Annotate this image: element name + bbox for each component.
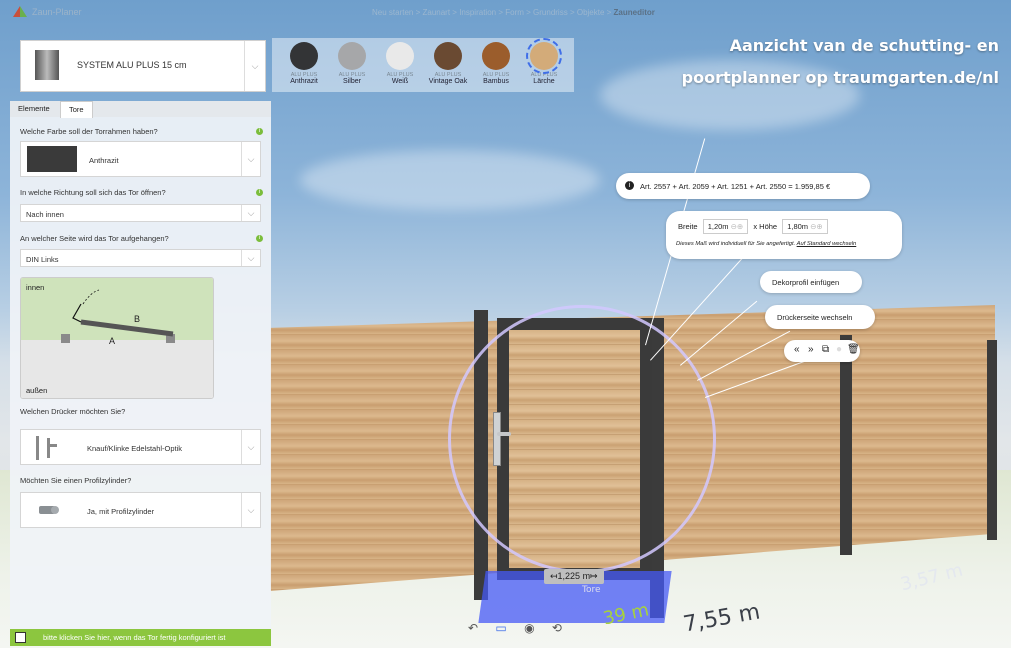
info-icon[interactable]: i — [256, 189, 263, 196]
gate-opening-diagram: innen außen A B — [20, 277, 214, 399]
handle-icon — [36, 436, 57, 460]
swatch-laerche[interactable]: ALU PLUS Lärche — [520, 38, 568, 86]
swatch-weiss[interactable]: ALU PLUS Weiß — [376, 42, 424, 86]
switch-handle-side-button[interactable]: Drückerseite wechseln — [765, 305, 875, 329]
fence-post — [987, 340, 997, 540]
view-toolbar: ↶ ▭ ◉ ⟲ — [468, 621, 576, 635]
chevron-down-icon: ⌵ — [241, 250, 260, 266]
question-handle: Welchen Drücker möchten Sie? — [20, 407, 126, 416]
swatch-silber[interactable]: ALU PLUS Silber — [328, 42, 376, 86]
camera-icon[interactable]: ◉ — [524, 621, 534, 635]
handle-select[interactable]: Knauf/Klinke Edelstahl-Optik ⌵ — [20, 429, 261, 465]
overlay-caption: Aanzicht van de schutting- en poortplann… — [681, 36, 999, 87]
copy-icon[interactable]: ⧉ — [822, 344, 829, 355]
swatch-dot — [526, 38, 562, 74]
swatch-dot — [386, 42, 414, 70]
question-frame-color: Welche Farbe soll der Torrahmen haben? — [20, 127, 158, 136]
frame-color-swatch — [27, 146, 77, 172]
tab-tore[interactable]: Tore — [60, 101, 93, 118]
system-select[interactable]: SYSTEM ALU PLUS 15 cm ⌵ — [20, 40, 266, 92]
blank-icon: ● — [836, 344, 843, 355]
gate-label: Tore — [582, 585, 601, 595]
frame-color-select[interactable]: Anthrazit ⌵ — [20, 141, 261, 177]
reset-standard-link[interactable]: Auf Standard wechseln — [797, 241, 857, 247]
app-name: Zaun-Planer — [32, 7, 82, 17]
system-thumbnail — [35, 50, 59, 80]
breadcrumb: Neu starten > Zaunart > Inspiration > Fo… — [372, 8, 655, 17]
height-input[interactable]: 1,80m ⊖⊕ — [782, 219, 828, 234]
direction-select[interactable]: Nach innen ⌵ — [20, 204, 261, 222]
move-right-icon[interactable]: » — [808, 344, 814, 355]
system-label: SYSTEM ALU PLUS 15 cm — [77, 60, 187, 70]
trash-icon[interactable]: 🗑 — [847, 344, 860, 355]
hinge-post-left — [61, 334, 70, 343]
chevron-down-icon: ⌵ — [241, 493, 260, 527]
decor-profile-button[interactable]: Dekorprofil einfügen — [760, 271, 862, 293]
finish-gate-button[interactable]: bitte klicken Sie hier, wenn das Tor fer… — [10, 629, 271, 646]
gate-leaf-line — [80, 319, 174, 337]
hinge-side-select[interactable]: DIN Links ⌵ — [20, 249, 261, 267]
question-hinge-side: An welcher Seite wird das Tor aufgehange… — [20, 234, 169, 243]
breadcrumb-item[interactable]: Zaunart — [422, 8, 450, 17]
breadcrumb-item[interactable]: Objekte — [577, 8, 605, 17]
video-icon[interactable]: ▭ — [495, 621, 506, 635]
tab-bar: Elemente Tore — [10, 101, 271, 118]
question-cylinder: Möchten Sie einen Profilzylinder? — [20, 476, 132, 485]
config-panel: Elemente Tore Welche Farbe soll der Torr… — [10, 101, 271, 631]
stepper-icon: ⊖⊕ — [730, 222, 744, 231]
chevron-down-icon: ⌵ — [244, 41, 265, 91]
breadcrumb-item[interactable]: Neu starten — [372, 8, 413, 17]
cylinder-select[interactable]: Ja, mit Profilzylinder ⌵ — [20, 492, 261, 528]
tab-elemente[interactable]: Elemente — [10, 101, 58, 117]
swatch-anthrazit[interactable]: ALU PLUS Anthrazit — [280, 42, 328, 86]
breadcrumb-item[interactable]: Inspiration — [459, 8, 496, 17]
selection-ring — [448, 305, 716, 573]
color-swatches: ALU PLUS Anthrazit ALU PLUS Silber ALU P… — [272, 38, 574, 92]
swatch-bambus[interactable]: ALU PLUS Bambus — [472, 42, 520, 86]
finish-checkbox[interactable] — [15, 632, 26, 643]
gate-width-chip: ↤1,225 m↦ — [544, 569, 604, 584]
logo-icon — [13, 6, 27, 17]
swing-arc — [82, 289, 100, 305]
info-icon[interactable]: i — [256, 235, 263, 242]
move-left-icon[interactable]: « — [794, 344, 800, 355]
swatch-dot — [482, 42, 510, 70]
swatch-dot — [434, 42, 462, 70]
cloud — [300, 150, 600, 210]
question-direction: In welche Richtung soll sich das Tor öff… — [20, 188, 166, 197]
diagram-svg — [61, 289, 175, 343]
dimensions-bubble: Breite 1,20m ⊖⊕ x Höhe 1,80m ⊖⊕ Dieses M… — [666, 211, 902, 259]
cylinder-icon — [39, 506, 59, 514]
stepper-icon: ⊖⊕ — [810, 222, 823, 231]
breadcrumb-item[interactable]: Grundriss — [533, 8, 568, 17]
element-toolbar: « » ⧉ ● 🗑 — [784, 340, 860, 362]
chevron-down-icon: ⌵ — [241, 142, 260, 176]
price-bubble: i Art. 2557 + Art. 2059 + Art. 1251 + Ar… — [616, 173, 870, 199]
undo-icon[interactable]: ↶ — [468, 621, 478, 635]
swatch-dot — [290, 42, 318, 70]
chevron-down-icon: ⌵ — [241, 205, 260, 221]
chevron-down-icon: ⌵ — [241, 430, 260, 464]
width-input[interactable]: 1,20m ⊖⊕ — [702, 219, 749, 234]
breadcrumb-current: Zauneditor — [613, 8, 655, 17]
info-icon[interactable]: i — [256, 128, 263, 135]
swatch-vintage-oak[interactable]: ALU PLUS Vintage Oak — [424, 42, 472, 86]
fence-post — [840, 335, 852, 555]
breadcrumb-item[interactable]: Form — [505, 8, 524, 17]
gate-swing-mark — [72, 303, 82, 323]
info-icon: i — [625, 181, 634, 190]
rotate-icon[interactable]: ⟲ — [552, 621, 562, 635]
swatch-dot — [338, 42, 366, 70]
top-bar: Zaun-Planer Neu starten > Zaunart > Insp… — [0, 0, 1011, 24]
